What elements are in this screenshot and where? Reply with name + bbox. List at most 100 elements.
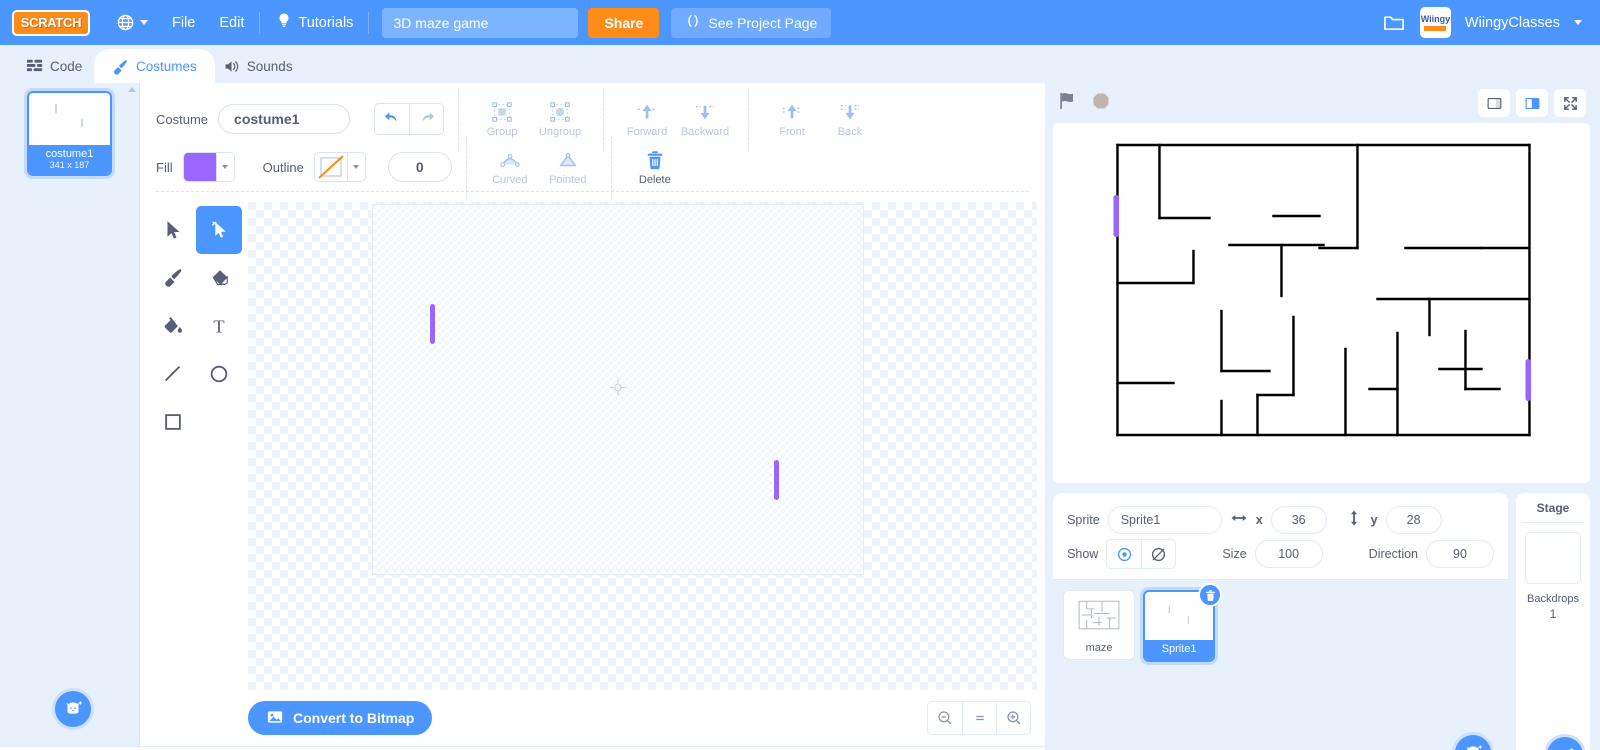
- group-button[interactable]: Group: [473, 101, 531, 138]
- redo-button[interactable]: [409, 104, 443, 134]
- stop-octagon-glyph: [1093, 93, 1109, 108]
- image-icon: [266, 708, 284, 729]
- sprite-card-sprite1-label: Sprite1: [1145, 640, 1214, 660]
- outline-color-picker[interactable]: [313, 152, 366, 182]
- menu-tutorials-label: Tutorials: [298, 14, 354, 31]
- tool-line[interactable]: [150, 350, 196, 398]
- sprite-name-input[interactable]: Sprite1: [1107, 506, 1222, 534]
- add-costume-button[interactable]: [52, 688, 94, 730]
- divider-4: [465, 136, 467, 198]
- add-backdrop-button[interactable]: [1544, 734, 1586, 750]
- backward-button[interactable]: Backward: [676, 101, 734, 138]
- tool-reshape[interactable]: [196, 206, 242, 254]
- pointed-button[interactable]: Pointed: [539, 149, 597, 186]
- globe-icon: [116, 13, 135, 32]
- costume-label: costume1 341 x 187: [29, 145, 110, 174]
- backpack-bar[interactable]: Backpack: [0, 746, 1046, 750]
- share-button[interactable]: Share: [588, 7, 660, 38]
- costume-name-input[interactable]: costume1: [218, 104, 351, 134]
- tool-fill[interactable]: [150, 302, 196, 350]
- fill-color-picker[interactable]: [182, 152, 235, 182]
- menu-tutorials[interactable]: Tutorials: [263, 0, 365, 45]
- avatar[interactable]: Wiingy: [1419, 7, 1451, 38]
- group-icon: [492, 101, 512, 122]
- tool-eraser[interactable]: [196, 254, 242, 302]
- undo-icon: [384, 111, 396, 121]
- sprite-info-row-1: Sprite Sprite1 x 36 y 28: [1067, 503, 1494, 537]
- show-toggle-group: [1106, 539, 1177, 569]
- small-stage-button[interactable]: [1478, 89, 1510, 117]
- zoom-reset-button[interactable]: [962, 702, 996, 734]
- front-button[interactable]: Front: [763, 101, 821, 138]
- tool-rectangle[interactable]: [150, 398, 196, 446]
- fullscreen-button[interactable]: [1554, 89, 1586, 117]
- costume-item-1[interactable]: 1 costume1 341 x 187: [27, 91, 112, 176]
- tab-sounds[interactable]: Sounds: [204, 49, 311, 83]
- outline-width-input[interactable]: 0: [387, 152, 452, 182]
- add-backdrop-icon: [1569, 747, 1574, 750]
- show-hidden-button[interactable]: [1141, 540, 1175, 568]
- menu-edit[interactable]: Edit: [207, 0, 256, 45]
- canvas-shape-2[interactable]: [774, 460, 779, 500]
- convert-to-bitmap-button[interactable]: Convert to Bitmap: [248, 701, 433, 735]
- y-position-icon: [1345, 509, 1363, 532]
- forward-button[interactable]: Forward: [618, 101, 676, 138]
- ungroup-button[interactable]: Ungroup: [531, 101, 589, 138]
- tool-brush[interactable]: [150, 254, 196, 302]
- sprite-area: Sprite Sprite1 x 36 y 28 Show Size 100 D…: [1053, 493, 1590, 750]
- sprite-card-maze[interactable]: maze: [1063, 590, 1136, 660]
- tool-circle[interactable]: [196, 350, 242, 398]
- back-button[interactable]: Back: [821, 101, 879, 138]
- project-page-icon: [685, 13, 701, 32]
- direction-input[interactable]: 90: [1426, 540, 1494, 568]
- show-visible-button[interactable]: [1107, 540, 1141, 568]
- stage[interactable]: [1053, 123, 1590, 483]
- folder-icon[interactable]: [1382, 12, 1406, 33]
- language-selector[interactable]: [104, 0, 160, 45]
- paint-editor: Costume costume1 Group Ungroup Forward B…: [140, 83, 1046, 746]
- stop-button-icon[interactable]: [1091, 91, 1111, 116]
- zoom-in-button[interactable]: [996, 702, 1030, 734]
- menu-divider: [259, 11, 261, 34]
- ungroup-icon: [550, 101, 570, 122]
- y-input[interactable]: 28: [1385, 506, 1442, 534]
- curved-button[interactable]: Curved: [481, 149, 539, 186]
- scratch-logo[interactable]: SCRATCH: [12, 9, 90, 36]
- canvas-shape-1[interactable]: [430, 304, 435, 344]
- project-title-input[interactable]: 3D maze game: [382, 7, 579, 38]
- reshape-icon: [211, 221, 226, 238]
- eye-slash-icon: [1152, 547, 1166, 561]
- tab-code[interactable]: Code: [8, 49, 104, 83]
- size-label: Size: [1222, 547, 1247, 561]
- backward-icon: [695, 105, 715, 119]
- delete-button[interactable]: Delete: [626, 149, 684, 186]
- username-label[interactable]: WiingyClasses: [1465, 15, 1560, 31]
- green-flag-icon[interactable]: [1057, 90, 1079, 117]
- tool-select[interactable]: [150, 206, 196, 254]
- stage-selector-panel[interactable]: Stage Backdrops 1: [1516, 493, 1590, 750]
- front-label: Front: [779, 125, 805, 138]
- paint-canvas[interactable]: [248, 202, 1038, 690]
- tool-text[interactable]: T: [196, 302, 242, 350]
- sprite-card-sprite1[interactable]: Sprite1: [1143, 583, 1223, 662]
- costume-selector: 1 costume1 341 x 187: [0, 83, 140, 746]
- menu-file[interactable]: File: [160, 0, 207, 45]
- add-sprite-cat-icon: [1466, 744, 1483, 750]
- circle-icon: [210, 365, 228, 383]
- account-chevron-down-icon[interactable]: [1574, 20, 1582, 25]
- add-sprite-button[interactable]: [1452, 732, 1494, 750]
- menu-bar: SCRATCH File Edit Tutorials 3D maze game…: [0, 0, 1600, 45]
- x-input[interactable]: 36: [1270, 506, 1327, 534]
- scroll-up-arrow-icon[interactable]: [128, 87, 136, 92]
- undo-button[interactable]: [375, 104, 409, 134]
- chevron-down-icon: [140, 20, 148, 25]
- stage-backdrop-thumbnail: [1525, 532, 1581, 584]
- artboard[interactable]: [372, 204, 864, 575]
- see-project-page-button[interactable]: See Project Page: [671, 7, 832, 38]
- tab-costumes[interactable]: Costumes: [94, 49, 215, 83]
- outline-chevron-down-icon: [346, 153, 365, 181]
- zoom-out-button[interactable]: [928, 702, 962, 734]
- large-stage-button[interactable]: [1516, 89, 1548, 117]
- size-input[interactable]: 100: [1254, 540, 1323, 568]
- stage-sprite-left: [1113, 195, 1120, 237]
